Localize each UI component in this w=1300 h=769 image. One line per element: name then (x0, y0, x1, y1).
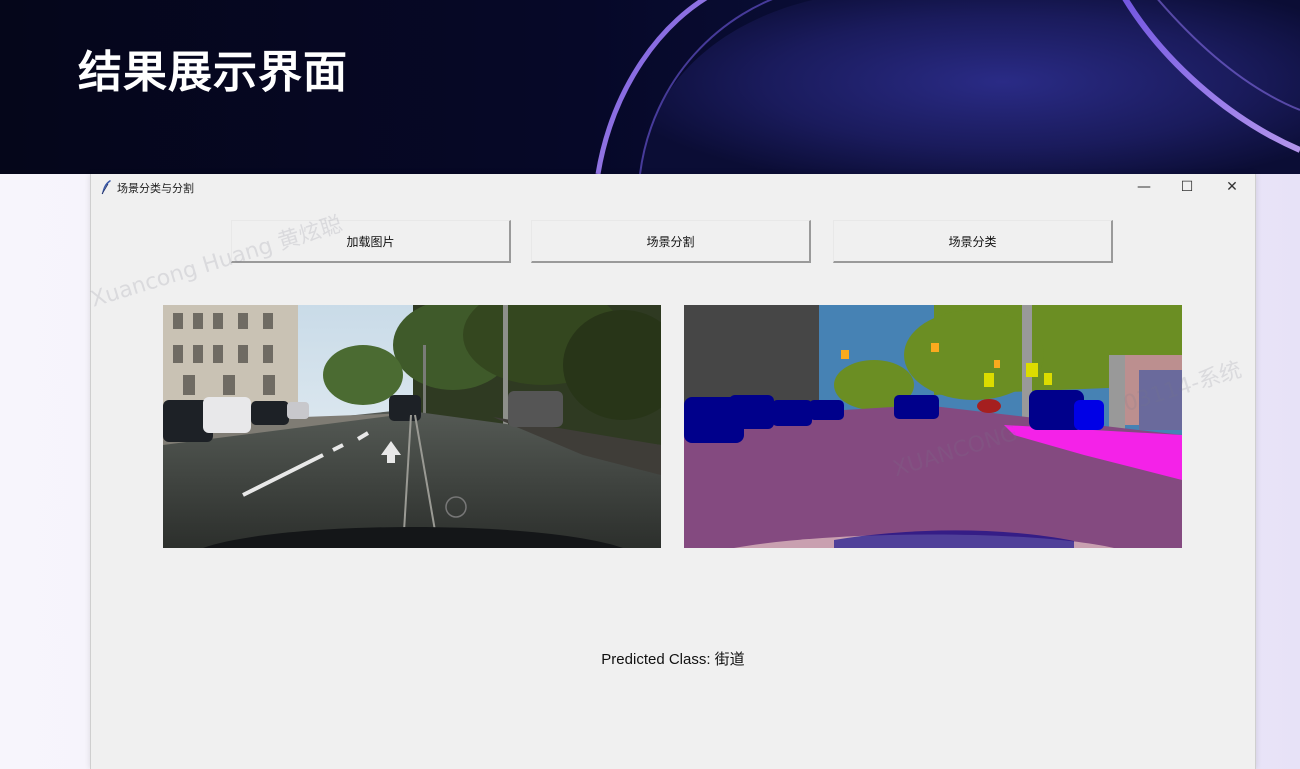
feather-icon (101, 180, 111, 195)
slide-header: 结果展示界面 (0, 0, 1300, 174)
classify-button[interactable]: 场景分类 (833, 220, 1113, 263)
segment-button[interactable]: 场景分割 (531, 220, 811, 263)
app-window: 场景分类与分割 — ☐ ✕ 加载图片 场景分割 场景分类 Xuancong Hu… (88, 174, 1256, 769)
window-titlebar[interactable]: 场景分类与分割 — ☐ ✕ (91, 174, 1255, 200)
close-button[interactable]: ✕ (1209, 174, 1255, 200)
load-image-button[interactable]: 加载图片 (231, 220, 511, 263)
close-icon: ✕ (1226, 179, 1238, 195)
slide-title: 结果展示界面 (78, 47, 348, 98)
maximize-icon: ☐ (1180, 179, 1194, 195)
segmentation-image (684, 305, 1182, 548)
original-image (163, 305, 661, 548)
minimize-button[interactable]: — (1121, 174, 1167, 200)
minimize-icon: — (1137, 179, 1151, 195)
predicted-class-label: Predicted Class: 街道 (601, 651, 745, 668)
maximize-button[interactable]: ☐ (1164, 174, 1210, 200)
window-title: 场景分类与分割 (117, 182, 194, 195)
